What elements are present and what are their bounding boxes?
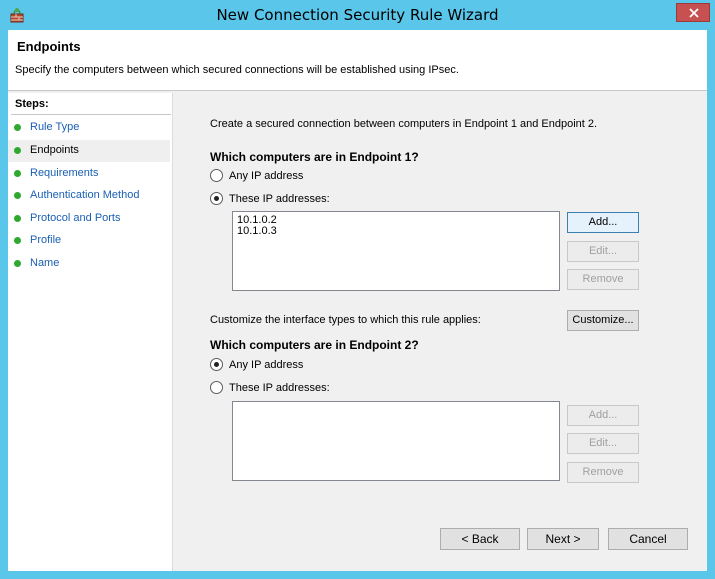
endpoint2-remove-button[interactable]: Remove: [567, 462, 639, 483]
step-rule-type[interactable]: Rule Type: [8, 117, 170, 139]
back-button[interactable]: < Back: [440, 528, 520, 550]
step-label: Requirements: [30, 167, 99, 179]
step-status-icon: [14, 170, 21, 177]
close-icon: [689, 8, 699, 18]
step-status-icon: [14, 147, 21, 154]
step-requirements[interactable]: Requirements: [8, 163, 170, 185]
title-bar[interactable]: New Connection Security Rule Wizard: [0, 0, 715, 30]
endpoint2-edit-button[interactable]: Edit...: [567, 433, 639, 454]
divider: [11, 114, 171, 115]
step-label: Authentication Method: [30, 189, 140, 201]
endpoint2-any-label[interactable]: Any IP address: [229, 359, 303, 371]
step-protocol-and-ports[interactable]: Protocol and Ports: [8, 208, 170, 230]
step-label: Rule Type: [30, 121, 80, 133]
endpoint1-remove-button[interactable]: Remove: [567, 269, 639, 290]
step-label: Name: [30, 257, 60, 269]
endpoint1-add-button[interactable]: Add...: [567, 212, 639, 233]
step-endpoints[interactable]: Endpoints: [8, 140, 170, 162]
step-status-icon: [14, 124, 21, 131]
endpoint1-heading: Which computers are in Endpoint 1?: [210, 150, 419, 164]
step-label: Profile: [30, 234, 62, 246]
step-status-icon: [14, 192, 21, 199]
close-button[interactable]: [676, 3, 710, 22]
intro-text: Create a secured connection between comp…: [210, 118, 598, 130]
steps-title: Steps:: [15, 98, 49, 110]
endpoint2-these-label[interactable]: These IP addresses:: [229, 382, 330, 394]
step-profile[interactable]: Profile: [8, 230, 170, 252]
endpoint1-address-list[interactable]: 10.1.0.2 10.1.0.3: [232, 211, 560, 291]
step-status-icon: [14, 260, 21, 267]
cancel-button[interactable]: Cancel: [608, 528, 688, 550]
step-name[interactable]: Name: [8, 253, 170, 275]
endpoint1-any-label[interactable]: Any IP address: [229, 170, 303, 182]
main-panel: Create a secured connection between comp…: [173, 93, 707, 571]
client-area: Endpoints Specify the computers between …: [8, 30, 707, 571]
customize-text: Customize the interface types to which t…: [210, 314, 481, 326]
step-label: Endpoints: [30, 144, 79, 156]
list-item[interactable]: 10.1.0.3: [233, 226, 559, 237]
page-description: Specify the computers between which secu…: [15, 64, 459, 76]
page-title: Endpoints: [17, 39, 81, 54]
endpoint2-address-list[interactable]: [232, 401, 560, 481]
customize-button[interactable]: Customize...: [567, 310, 639, 331]
endpoint1-any-radio[interactable]: [210, 169, 223, 182]
next-button[interactable]: Next >: [527, 528, 599, 550]
wizard-header: Endpoints Specify the computers between …: [8, 30, 707, 91]
step-authentication-method[interactable]: Authentication Method: [8, 185, 170, 207]
step-label: Protocol and Ports: [30, 212, 121, 224]
endpoint2-heading: Which computers are in Endpoint 2?: [210, 338, 419, 352]
endpoint1-edit-button[interactable]: Edit...: [567, 241, 639, 262]
endpoint2-these-radio[interactable]: [210, 381, 223, 394]
step-status-icon: [14, 215, 21, 222]
endpoint1-these-label[interactable]: These IP addresses:: [229, 193, 330, 205]
steps-panel: Steps: Rule Type Endpoints Requirements …: [8, 93, 173, 571]
endpoint1-these-radio[interactable]: [210, 192, 223, 205]
window-title: New Connection Security Rule Wizard: [216, 6, 499, 24]
step-status-icon: [14, 237, 21, 244]
wizard-window: New Connection Security Rule Wizard Endp…: [0, 0, 715, 579]
endpoint2-any-radio[interactable]: [210, 358, 223, 371]
endpoint2-add-button[interactable]: Add...: [567, 405, 639, 426]
list-item[interactable]: 10.1.0.2: [233, 215, 559, 226]
